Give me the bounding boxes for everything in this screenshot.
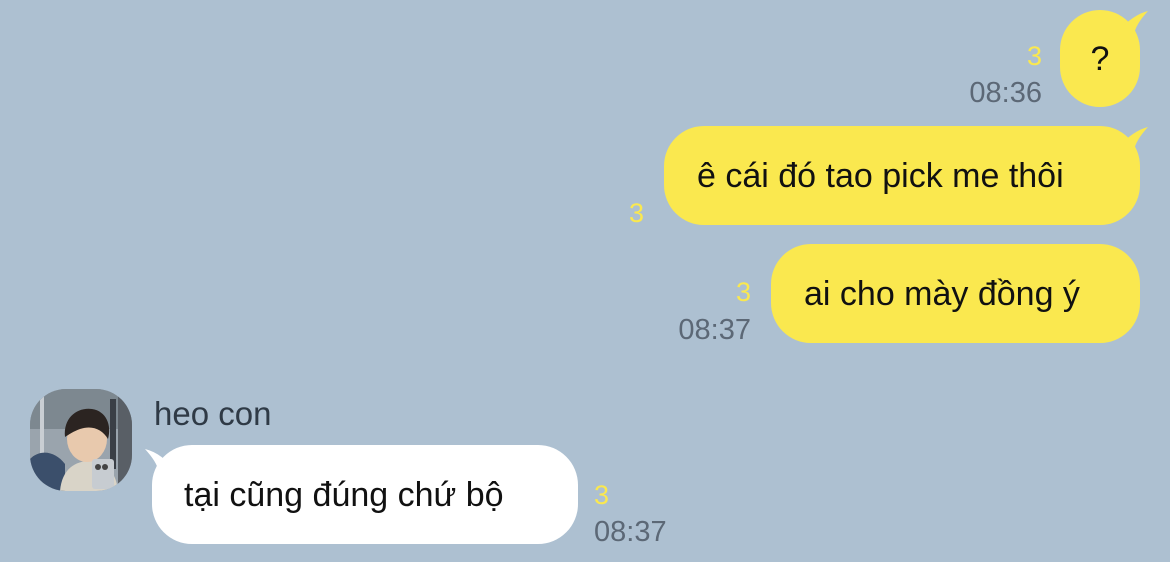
message-bubble-received[interactable]: tại cũng đúng chứ bộ [152,445,578,544]
message-timestamp: 08:36 [969,77,1042,109]
message-timestamp: 08:37 [678,314,751,346]
message-text: tại cũng đúng chứ bộ [184,475,504,514]
read-count: 3 [628,198,644,228]
message-bubble-sent[interactable]: ê cái đó tao pick me thôi [664,126,1140,225]
bubble-tail [1116,127,1148,150]
profile-photo [30,389,132,491]
read-count: 3 [735,277,751,307]
message-timestamp: 08:37 [594,516,667,548]
message-text: ai cho mày đồng ý [804,274,1080,313]
sender-name: heo con [154,395,272,432]
message-bubble-sent[interactable]: ai cho mày đồng ý [771,244,1140,343]
chat-area[interactable]: 3 08:36 ? 3 ê cái đó tao pick me thôi 3 … [0,0,1170,562]
message-text: ê cái đó tao pick me thôi [697,156,1064,195]
read-count: 3 [1026,41,1042,71]
read-count: 3 [594,480,610,510]
bubble-tail [1116,11,1148,34]
bubble-tail [145,449,177,472]
message-text: ? [1090,39,1110,78]
avatar[interactable] [30,389,132,491]
